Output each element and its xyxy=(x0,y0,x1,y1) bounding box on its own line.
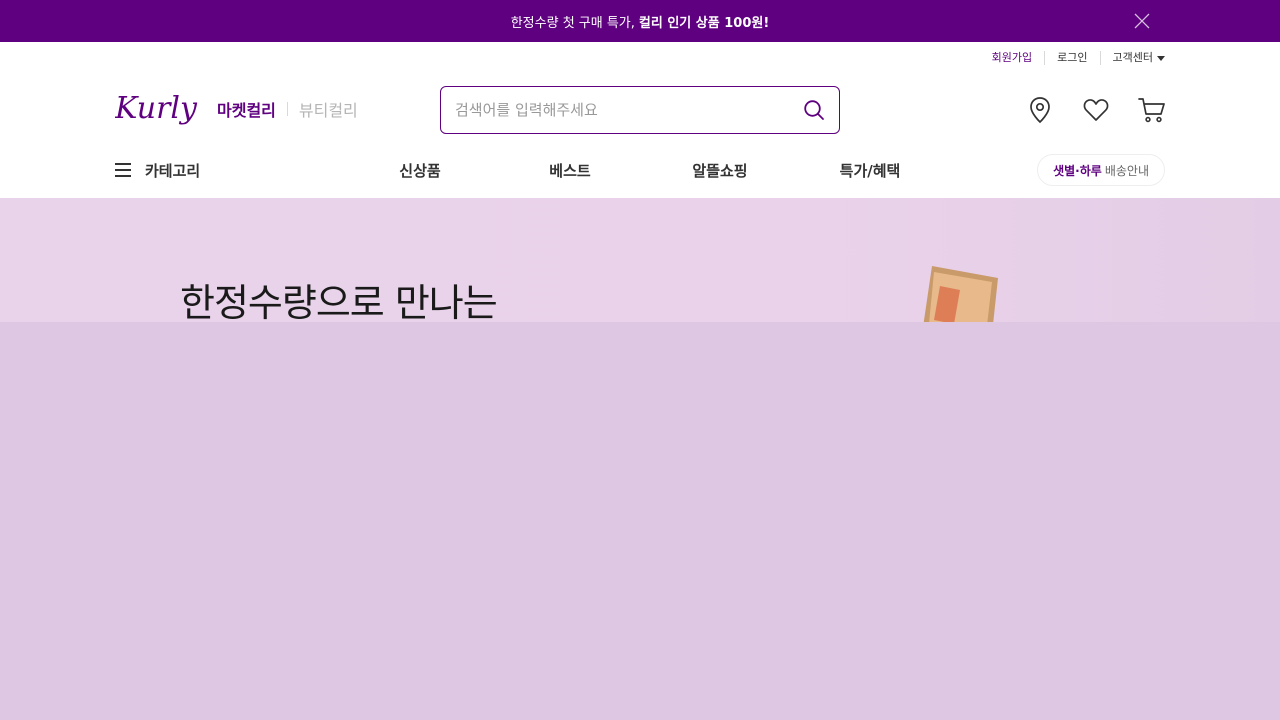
promo-text: 한정수량 첫 구매 특가, xyxy=(510,15,635,31)
main-navigation: 카테고리 신상품 베스트 알뜰쇼핑 특가/혜택 샛별·하루 배송안내 xyxy=(115,148,1165,192)
kurly-logo[interactable]: Kurly xyxy=(115,86,199,132)
promo-banner[interactable]: 한정수량 첫 구매 특가, 컬리 인기 상품 100원! xyxy=(0,0,1280,42)
location-pin-icon[interactable] xyxy=(1025,95,1055,125)
caret-down-icon xyxy=(1157,55,1165,61)
category-label: 카테고리 xyxy=(145,161,201,180)
delivery-highlight: 샛별·하루 xyxy=(1053,163,1102,178)
tab-market-kurly[interactable]: 마켓컬리 xyxy=(217,97,276,121)
util-menu: 회원가입 로그인 고객센터 xyxy=(980,51,1165,65)
nav-new-products[interactable]: 신상품 xyxy=(345,160,495,181)
site-header: 회원가입 로그인 고객센터 Kurly 마켓컬리 뷰티컬리 검색어를 입력해주세… xyxy=(0,42,1280,198)
close-icon[interactable] xyxy=(1132,11,1152,31)
cart-icon[interactable] xyxy=(1137,95,1167,125)
header-icons xyxy=(1025,95,1167,125)
search-input[interactable] xyxy=(455,101,803,119)
customer-center-label: 고객센터 xyxy=(1112,51,1153,64)
customer-center-link[interactable]: 고객센터 xyxy=(1099,51,1165,65)
nav-menu: 신상품 베스트 알뜰쇼핑 특가/혜택 xyxy=(345,160,945,181)
hero-title: 한정수량으로 만나는 xyxy=(180,281,498,322)
product-package-image xyxy=(923,266,998,322)
hamburger-icon xyxy=(115,163,131,177)
heart-icon[interactable] xyxy=(1081,95,1111,125)
tab-beauty-kurly[interactable]: 뷰티컬리 xyxy=(299,97,358,121)
brand-area: Kurly 마켓컬리 뷰티컬리 xyxy=(115,86,358,132)
delivery-label: 배송안내 xyxy=(1104,163,1149,178)
delivery-info-button[interactable]: 샛별·하루 배송안내 xyxy=(1037,154,1165,186)
nav-best[interactable]: 베스트 xyxy=(495,160,645,181)
category-menu[interactable]: 카테고리 xyxy=(115,160,200,181)
logo-text: Kurly xyxy=(115,91,198,126)
content-overlay xyxy=(0,322,1280,720)
hero-banner[interactable]: 한정수량으로 만나는 xyxy=(0,198,1280,322)
nav-thrifty-shopping[interactable]: 알뜰쇼핑 xyxy=(645,160,795,181)
login-link[interactable]: 로그인 xyxy=(1044,51,1099,65)
divider xyxy=(286,102,288,116)
search-icon[interactable] xyxy=(803,99,825,121)
search-box xyxy=(440,86,840,134)
signup-link[interactable]: 회원가입 xyxy=(980,51,1044,65)
nav-special-deals[interactable]: 특가/혜택 xyxy=(795,160,945,181)
promo-highlight: 컬리 인기 상품 100원! xyxy=(638,15,770,31)
